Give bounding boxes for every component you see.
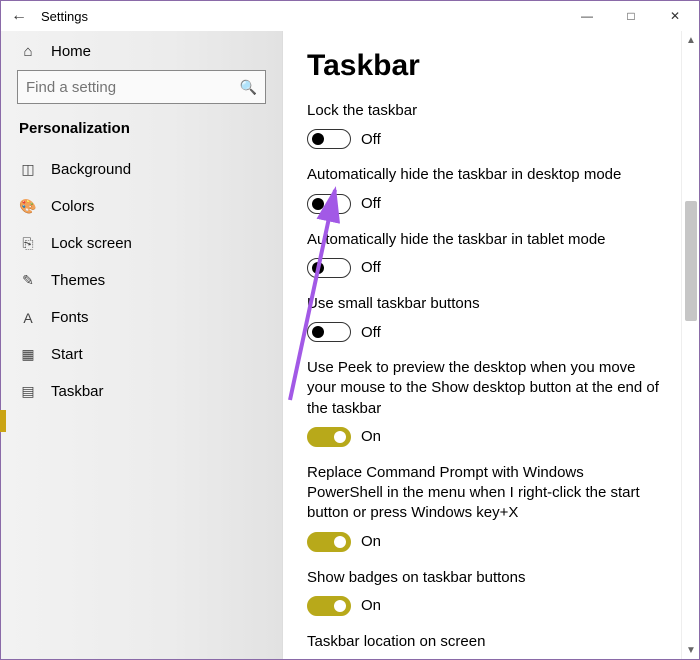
toggle-show-badges[interactable] — [307, 596, 351, 616]
search-box[interactable]: 🔍 — [17, 70, 266, 104]
toggle-powershell[interactable] — [307, 532, 351, 552]
themes-icon: ✎ — [19, 272, 37, 289]
scroll-thumb[interactable] — [685, 201, 697, 321]
content-area: ⌂ Home 🔍 Personalization ◫ Background 🎨 … — [1, 31, 699, 659]
setting-label: Use small taskbar buttons — [307, 294, 663, 314]
sidebar-item-colors[interactable]: 🎨 Colors — [1, 188, 282, 225]
sidebar-item-start[interactable]: ▦ Start — [1, 336, 282, 373]
sidebar-item-lock-screen[interactable]: ⎘ Lock screen — [1, 225, 282, 262]
setting-autohide-tablet: Automatically hide the taskbar in tablet… — [307, 230, 663, 278]
toggle-autohide-tablet[interactable] — [307, 258, 351, 278]
sidebar-item-background[interactable]: ◫ Background — [1, 151, 282, 188]
sidebar-item-label: Lock screen — [51, 235, 132, 252]
lock-screen-icon: ⎘ — [19, 235, 37, 252]
setting-taskbar-location: Taskbar location on screen — [307, 632, 663, 652]
settings-window: ← Settings — □ ✕ ⌂ Home 🔍 Personalizatio… — [0, 0, 700, 660]
main-panel: Taskbar Lock the taskbar Off Automatical… — [283, 31, 699, 659]
sidebar-item-label: Colors — [51, 198, 94, 215]
sidebar-item-themes[interactable]: ✎ Themes — [1, 262, 282, 299]
search-icon: 🔍 — [240, 79, 257, 96]
toggle-autohide-desktop[interactable] — [307, 194, 351, 214]
setting-label: Lock the taskbar — [307, 101, 663, 121]
toggle-use-peek[interactable] — [307, 427, 351, 447]
toggle-status: Off — [361, 259, 381, 276]
sidebar-item-taskbar[interactable]: ▤ Taskbar — [1, 373, 282, 410]
page-title: Taskbar — [307, 49, 663, 83]
sidebar: ⌂ Home 🔍 Personalization ◫ Background 🎨 … — [1, 31, 283, 659]
close-button[interactable]: ✕ — [653, 2, 697, 30]
scroll-up-button[interactable]: ▲ — [682, 31, 699, 49]
maximize-button[interactable]: □ — [609, 2, 653, 30]
toggle-status: On — [361, 428, 381, 445]
main-inner: Taskbar Lock the taskbar Off Automatical… — [283, 31, 681, 659]
sidebar-item-label: Background — [51, 161, 131, 178]
background-icon: ◫ — [19, 161, 37, 178]
setting-lock-taskbar: Lock the taskbar Off — [307, 101, 663, 149]
sidebar-home-label: Home — [51, 43, 91, 60]
sidebar-item-label: Fonts — [51, 309, 89, 326]
setting-label: Taskbar location on screen — [307, 632, 663, 652]
home-icon: ⌂ — [19, 43, 37, 60]
sidebar-item-label: Themes — [51, 272, 105, 289]
window-title: Settings — [41, 9, 88, 24]
start-icon: ▦ — [19, 346, 37, 363]
toggle-status: On — [361, 533, 381, 550]
setting-label: Automatically hide the taskbar in deskto… — [307, 165, 663, 185]
colors-icon: 🎨 — [19, 198, 37, 215]
toggle-status: Off — [361, 195, 381, 212]
scroll-down-button[interactable]: ▼ — [682, 641, 699, 659]
setting-label: Replace Command Prompt with Windows Powe… — [307, 463, 663, 524]
accent-marker — [1, 410, 6, 432]
setting-label: Automatically hide the taskbar in tablet… — [307, 230, 663, 250]
window-controls: — □ ✕ — [565, 2, 697, 30]
back-button[interactable]: ← — [11, 7, 27, 25]
toggle-lock-taskbar[interactable] — [307, 129, 351, 149]
sidebar-item-label: Start — [51, 346, 83, 363]
titlebar: ← Settings — □ ✕ — [1, 1, 699, 31]
setting-label: Show badges on taskbar buttons — [307, 568, 663, 588]
setting-use-peek: Use Peek to preview the desktop when you… — [307, 358, 663, 447]
sidebar-section-header: Personalization — [1, 118, 282, 151]
taskbar-icon: ▤ — [19, 383, 37, 400]
toggle-status: Off — [361, 324, 381, 341]
toggle-status: On — [361, 597, 381, 614]
toggle-status: Off — [361, 131, 381, 148]
toggle-small-buttons[interactable] — [307, 322, 351, 342]
search-input[interactable] — [26, 79, 234, 96]
fonts-icon: A — [19, 310, 37, 326]
minimize-button[interactable]: — — [565, 2, 609, 30]
setting-show-badges: Show badges on taskbar buttons On — [307, 568, 663, 616]
setting-powershell: Replace Command Prompt with Windows Powe… — [307, 463, 663, 552]
sidebar-item-fonts[interactable]: A Fonts — [1, 299, 282, 336]
sidebar-item-label: Taskbar — [51, 383, 104, 400]
scrollbar[interactable]: ▲ ▼ — [681, 31, 699, 659]
setting-autohide-desktop: Automatically hide the taskbar in deskto… — [307, 165, 663, 213]
setting-small-buttons: Use small taskbar buttons Off — [307, 294, 663, 342]
setting-label: Use Peek to preview the desktop when you… — [307, 358, 663, 419]
sidebar-home[interactable]: ⌂ Home — [1, 37, 282, 70]
